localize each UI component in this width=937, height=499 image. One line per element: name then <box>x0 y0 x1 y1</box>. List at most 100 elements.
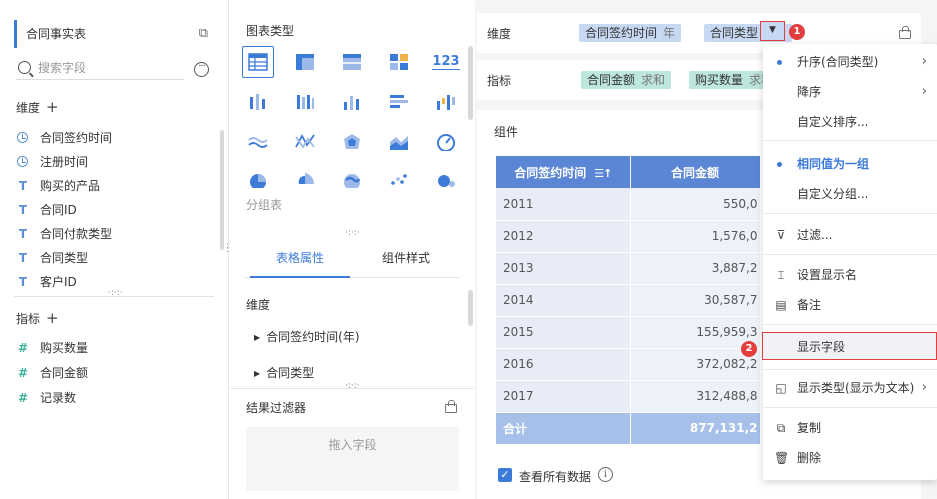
line-chart-icon[interactable] <box>242 126 274 158</box>
resize-handle-icon[interactable]: ·:·:· <box>345 229 360 238</box>
menu-item-display-type[interactable]: ◱ 显示类型(显示为文本) › <box>763 374 937 402</box>
menu-item-label: 删除 <box>797 451 822 465</box>
pill-label: 合同类型 <box>710 26 759 40</box>
text-type-icon: T <box>18 227 28 241</box>
cross-table-icon[interactable] <box>289 46 321 78</box>
field-item[interactable]: # 合同金额 <box>16 362 88 384</box>
add-measure-icon[interactable]: + <box>46 309 59 327</box>
measure-row-label: 指标 <box>487 74 512 88</box>
pill-agg: 年 <box>663 26 676 40</box>
dataset-selector[interactable]: 合同事实表 ⧉ <box>14 20 218 48</box>
pie-chart-icon[interactable] <box>242 166 274 188</box>
lock-icon[interactable] <box>445 400 457 413</box>
show-all-checkbox[interactable]: ✓ <box>498 468 512 482</box>
field-item[interactable]: 注册时间 <box>16 151 88 173</box>
field-search[interactable] <box>16 58 184 80</box>
menu-item-sort-asc[interactable]: 升序(合同类型) › <box>763 48 937 76</box>
column-chart-icon[interactable] <box>336 86 368 118</box>
bar-chart-icon[interactable] <box>242 86 274 118</box>
field-item[interactable]: T 合同付款类型 <box>16 223 112 245</box>
info-icon[interactable]: i <box>598 467 613 482</box>
pill-label: 合同金额 <box>587 73 636 87</box>
menu-item-custom-group[interactable]: 自定义分组... <box>763 180 937 208</box>
dimension-pill-sign-time[interactable]: 合同签约时间年 <box>579 24 682 42</box>
menu-item-delete[interactable]: 🗑 删除 <box>763 444 937 472</box>
detail-table-icon[interactable] <box>336 46 368 78</box>
menu-item-label: 显示字段 <box>797 340 846 354</box>
rose-chart-icon[interactable] <box>289 166 321 188</box>
field-item[interactable]: # 记录数 <box>16 387 76 409</box>
table-cell: 372,082,2 <box>630 348 761 381</box>
property-dimension-item[interactable]: ▶ 合同签约时间(年) <box>254 328 360 345</box>
text-type-icon: T <box>18 251 28 265</box>
property-scrollbar[interactable] <box>468 290 473 326</box>
table-chart-icon[interactable] <box>242 46 274 78</box>
menu-item-copy[interactable]: ⧉ 复制 <box>763 414 937 442</box>
menu-item-same-value-group[interactable]: 相同值为一组 <box>763 150 937 178</box>
waterfall-chart-icon[interactable] <box>430 86 462 118</box>
expand-arrow-icon[interactable]: ▶ <box>254 369 260 378</box>
data-table: 合同签约时间 ☰↑ 合同金额 2011 550,0 2012 1,576,0 2013… <box>496 156 761 445</box>
menu-item-rename[interactable]: ⌶ 设置显示名 <box>763 261 937 289</box>
result-filter-section: 结果过滤器 拖入字段 <box>230 388 474 499</box>
field-item[interactable]: # 购买数量 <box>16 337 88 359</box>
field-item[interactable]: T 合同ID <box>16 199 77 221</box>
property-item-label: 合同签约时间(年) <box>266 330 360 344</box>
kpi-card-icon[interactable] <box>383 46 415 78</box>
text-type-icon: T <box>18 179 28 193</box>
table-row: 2015 155,959,3 <box>496 316 761 349</box>
table-total-row: 合计 877,131,2 <box>496 412 761 445</box>
radar-chart-icon[interactable] <box>336 126 368 158</box>
menu-item-show-field[interactable]: 显示字段 <box>762 332 937 360</box>
field-item[interactable]: T 客户ID <box>16 271 77 293</box>
field-scrollbar[interactable] <box>220 130 224 250</box>
horizontal-bar-icon[interactable] <box>383 86 415 118</box>
menu-item-custom-sort[interactable]: 自定义排序... <box>763 108 937 136</box>
tab-component-style[interactable]: 组件样式 <box>356 240 456 278</box>
add-dimension-icon[interactable]: + <box>46 98 59 116</box>
expand-arrow-icon[interactable]: ▶ <box>254 333 260 342</box>
bubble-chart-icon[interactable] <box>430 166 462 188</box>
rename-icon: ⌶ <box>777 268 785 282</box>
gauge-chart-icon[interactable] <box>430 126 462 158</box>
menu-item-sort-desc[interactable]: 降序 › <box>763 78 937 106</box>
tab-table-properties[interactable]: 表格属性 <box>250 240 350 278</box>
note-icon: ▤ <box>775 298 787 312</box>
field-item[interactable]: T 购买的产品 <box>16 175 100 197</box>
table-header-cell[interactable]: 合同金额 <box>630 156 761 188</box>
menu-item-filter[interactable]: ⊽ 过滤... <box>763 221 937 249</box>
measure-pill-amount[interactable]: 合同金额 求和 <box>581 71 672 89</box>
dimension-title-text: 维度 <box>16 101 41 115</box>
menu-item-note[interactable]: ▤ 备注 <box>763 291 937 319</box>
search-input[interactable] <box>38 59 178 77</box>
radar-line-icon[interactable] <box>289 126 321 158</box>
resize-handle-icon[interactable]: ·:·:· <box>108 289 123 298</box>
sort-icon[interactable]: ☰↑ <box>594 167 612 180</box>
chart-type-scrollbar[interactable] <box>468 46 473 120</box>
step-badge-1: 1 <box>789 24 805 40</box>
filter-drop-zone[interactable]: 拖入字段 <box>246 427 459 491</box>
table-cell: 550,0 <box>630 188 761 221</box>
menu-item-label: 相同值为一组 <box>797 157 870 171</box>
number-indicator-icon[interactable]: 123 <box>430 46 462 78</box>
area-chart-icon[interactable] <box>383 126 415 158</box>
menu-divider <box>763 407 937 408</box>
map-chart-icon[interactable] <box>336 166 368 188</box>
field-item[interactable]: 合同签约时间 <box>16 127 112 149</box>
pill-dropdown-button[interactable]: ▼ <box>760 21 785 41</box>
property-dimension-item[interactable]: ▶ 合同类型 <box>254 364 314 381</box>
more-options-icon[interactable]: ··· <box>194 62 209 77</box>
scatter-chart-icon[interactable] <box>383 166 415 188</box>
table-header-cell[interactable]: 合同签约时间 ☰↑ <box>496 156 631 188</box>
menu-divider <box>763 369 937 370</box>
selected-dot-icon <box>777 162 782 167</box>
field-item[interactable]: T 合同类型 <box>16 247 88 269</box>
switch-dataset-icon[interactable]: ⧉ <box>199 20 208 48</box>
stacked-bar-icon[interactable] <box>289 86 321 118</box>
lock-icon[interactable] <box>899 26 911 39</box>
table-cell: 877,131,2 <box>630 412 761 445</box>
table-cell: 1,576,0 <box>630 220 761 253</box>
table-cell: 2011 <box>496 188 631 221</box>
selected-dot-icon <box>777 60 782 65</box>
table-cell: 2014 <box>496 284 631 317</box>
